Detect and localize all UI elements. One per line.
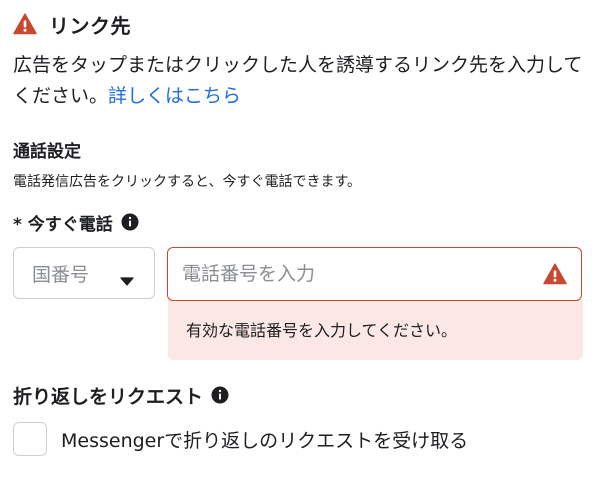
phone-number-field <box>167 247 582 301</box>
phone-error-message: 有効な電話番号を入力してください。 <box>168 299 583 360</box>
error-text: 有効な電話番号を入力してください。 <box>186 321 458 340</box>
call-settings-description: 電話発信広告をクリックすると、今すぐ電話できます。 <box>13 174 362 190</box>
caret-down-icon <box>120 269 134 286</box>
checkbox-label[interactable]: Messengerで折り返しのリクエストを受け取る <box>61 426 468 453</box>
callback-heading-row: 折り返しをリクエスト <box>13 381 585 409</box>
section-description: 広告をタップまたはクリックした人を誘導するリンク先を入力してください。詳しくはこ… <box>13 50 583 112</box>
callback-checkbox-row: Messengerで折り返しのリクエストを受け取る <box>13 422 585 456</box>
country-code-placeholder: 国番号 <box>32 263 90 286</box>
section-title: リンク先 <box>49 13 131 38</box>
call-settings-heading: 通話設定 <box>13 142 81 162</box>
warning-triangle-icon <box>13 12 37 36</box>
callback-heading: 折り返しをリクエスト <box>13 385 204 408</box>
phone-inputs-row: 国番号 有効な電話番号を入力してください。 <box>13 247 585 360</box>
section-header: リンク先 <box>13 9 585 39</box>
info-icon[interactable] <box>121 213 139 231</box>
description-text: 広告をタップまたはクリックした人を誘導するリンク先を入力してください。 <box>13 54 583 107</box>
learn-more-link[interactable]: 詳しくはこちら <box>108 85 241 107</box>
info-icon[interactable] <box>211 386 229 404</box>
messenger-callback-checkbox[interactable] <box>13 422 47 456</box>
call-now-label-row: * 今すぐ電話 <box>13 209 585 235</box>
call-now-label: * 今すぐ電話 <box>13 214 113 235</box>
country-code-select[interactable]: 国番号 <box>13 247 155 299</box>
link-destination-section: リンク先 広告をタップまたはクリックした人を誘導するリンク先を入力してください。… <box>13 0 585 456</box>
field-warning-icon <box>543 262 567 286</box>
phone-number-input[interactable] <box>182 263 543 285</box>
